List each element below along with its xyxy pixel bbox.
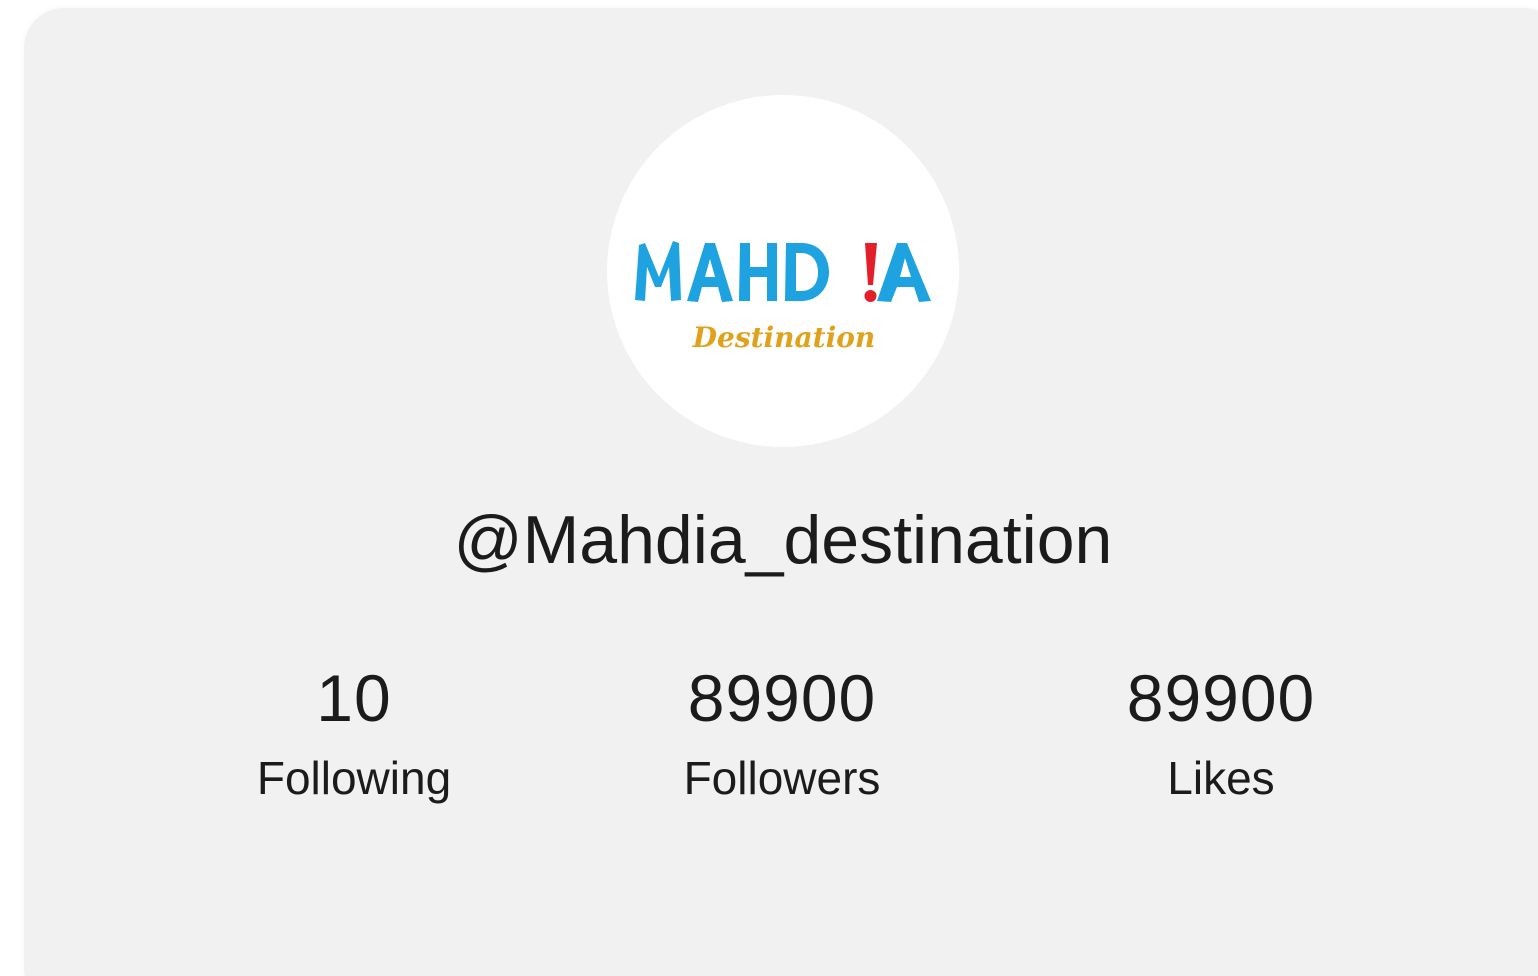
stat-followers-label: Followers: [683, 752, 881, 804]
stat-followers[interactable]: 89900 Followers: [622, 660, 942, 808]
profile-avatar[interactable]: Destination: [607, 95, 959, 447]
svg-text:Destination: Destination: [692, 321, 876, 354]
stat-following-label: Following: [256, 752, 452, 804]
stat-likes-count: 89900: [1126, 661, 1316, 735]
profile-handle: @Mahdia_destination: [453, 502, 1113, 578]
stat-likes-label: Likes: [1167, 752, 1275, 804]
stat-likes[interactable]: 89900 Likes: [1061, 660, 1381, 808]
stat-following-count: 10: [316, 661, 392, 735]
mahdia-logo: Destination: [635, 241, 931, 354]
stat-following[interactable]: 10 Following: [194, 660, 514, 808]
stat-followers-count: 89900: [687, 661, 877, 735]
